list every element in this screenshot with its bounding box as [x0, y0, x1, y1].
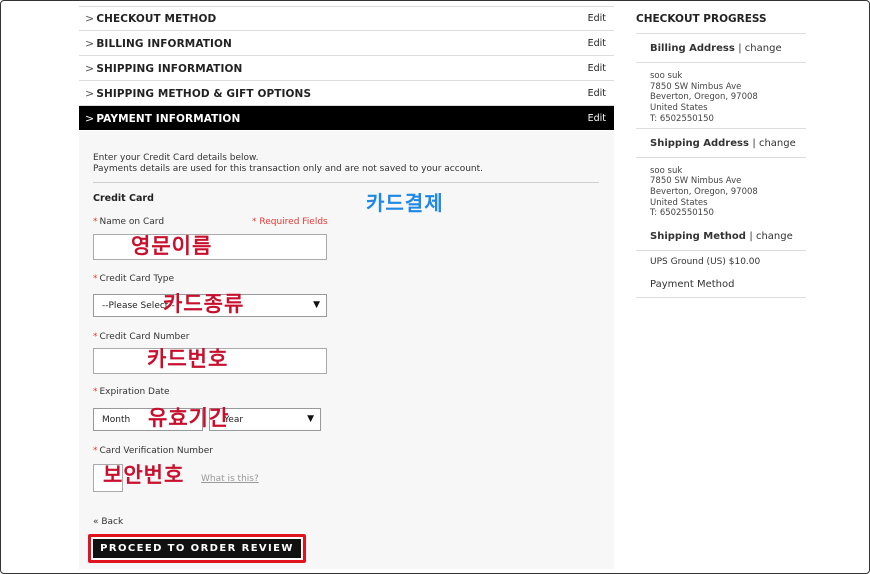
- shipping-change-link[interactable]: | change: [752, 138, 795, 149]
- annotation-card-payment: 카드결제: [366, 191, 444, 215]
- step-title: BILLING INFORMATION: [96, 37, 232, 50]
- expiration-date-label: * Expiration Date: [93, 387, 170, 397]
- back-link[interactable]: « Back: [93, 517, 123, 527]
- proceed-to-order-review-button[interactable]: PROCEED TO ORDER REVIEW: [93, 539, 301, 558]
- card-type-label: * Credit Card Type: [93, 274, 175, 284]
- billing-address-title: Billing Address: [650, 43, 735, 54]
- step-payment-information[interactable]: > PAYMENT INFORMATION Edit: [79, 106, 614, 130]
- annotation-card-number: 카드번호: [147, 347, 229, 371]
- billing-change-link[interactable]: | change: [738, 43, 781, 54]
- shipping-method-title: Shipping Method: [650, 231, 746, 243]
- edit-link[interactable]: Edit: [588, 13, 606, 24]
- checkout-progress: CHECKOUT PROGRESS Billing Address | chan…: [636, 6, 806, 299]
- chevron-right-icon: >: [85, 12, 95, 25]
- checkout-steps: > CHECKOUT METHOD Edit > BILLING INFORMATI…: [79, 6, 614, 130]
- proceed-highlight: PROCEED TO ORDER REVIEW: [88, 534, 306, 563]
- annotation-expiry: 유효기간: [148, 406, 230, 430]
- shipping-method-block: Shipping Method | change UPS Ground (US)…: [636, 222, 806, 273]
- annotation-card-type: 카드종류: [163, 292, 245, 316]
- shipping-address-block: Shipping Address | change soo suk 7850 S…: [636, 129, 806, 223]
- step-title: PAYMENT INFORMATION: [96, 112, 241, 125]
- step-shipping-information[interactable]: > SHIPPING INFORMATION Edit: [79, 56, 614, 81]
- divider: [93, 182, 599, 183]
- what-is-this-link[interactable]: What is this?: [201, 474, 259, 484]
- section-title: Credit Card: [93, 193, 154, 204]
- step-title: CHECKOUT METHOD: [96, 13, 217, 25]
- step-billing-information[interactable]: > BILLING INFORMATION Edit: [79, 31, 614, 56]
- payment-method-title: Payment Method: [636, 273, 806, 299]
- shipping-method-change-link[interactable]: | change: [749, 231, 792, 242]
- step-title: SHIPPING INFORMATION: [96, 62, 243, 75]
- chevron-right-icon: >: [85, 36, 95, 50]
- edit-link[interactable]: Edit: [588, 113, 606, 124]
- edit-link[interactable]: Edit: [588, 63, 606, 74]
- shipping-address-title: Shipping Address: [650, 137, 749, 149]
- step-title: SHIPPING METHOD & GIFT OPTIONS: [96, 87, 312, 100]
- dropdown-arrow-icon: ▼: [313, 300, 320, 310]
- progress-heading: CHECKOUT PROGRESS: [636, 6, 806, 34]
- card-number-label: * Credit Card Number: [93, 332, 190, 342]
- required-fields-note: * Required Fields: [252, 217, 328, 227]
- edit-link[interactable]: Edit: [588, 38, 606, 49]
- dropdown-arrow-icon: ▼: [307, 414, 314, 424]
- chevron-right-icon: >: [85, 61, 95, 75]
- cvv-label: * Card Verification Number: [93, 446, 213, 456]
- shipping-address: soo suk 7850 SW Nimbus Ave Beverton, Ore…: [650, 165, 758, 219]
- step-checkout-method[interactable]: > CHECKOUT METHOD Edit: [79, 6, 614, 31]
- billing-address-block: Billing Address | change soo suk 7850 SW…: [636, 34, 806, 129]
- chevron-right-icon: >: [85, 111, 95, 125]
- billing-address: soo suk 7850 SW Nimbus Ave Beverton, Ore…: [650, 71, 758, 124]
- name-on-card-label: * Name on Card: [93, 217, 165, 227]
- shipping-method-value: UPS Ground (US) $10.00: [650, 257, 761, 268]
- step-shipping-method[interactable]: > SHIPPING METHOD & GIFT OPTIONS Edit: [79, 81, 614, 106]
- annotation-english-name: 영문이름: [131, 234, 213, 258]
- edit-link[interactable]: Edit: [588, 88, 606, 99]
- payment-intro: Enter your Credit Card details below. Pa…: [93, 153, 483, 174]
- annotation-security-code: 보안번호: [103, 463, 185, 487]
- chevron-right-icon: >: [85, 86, 95, 100]
